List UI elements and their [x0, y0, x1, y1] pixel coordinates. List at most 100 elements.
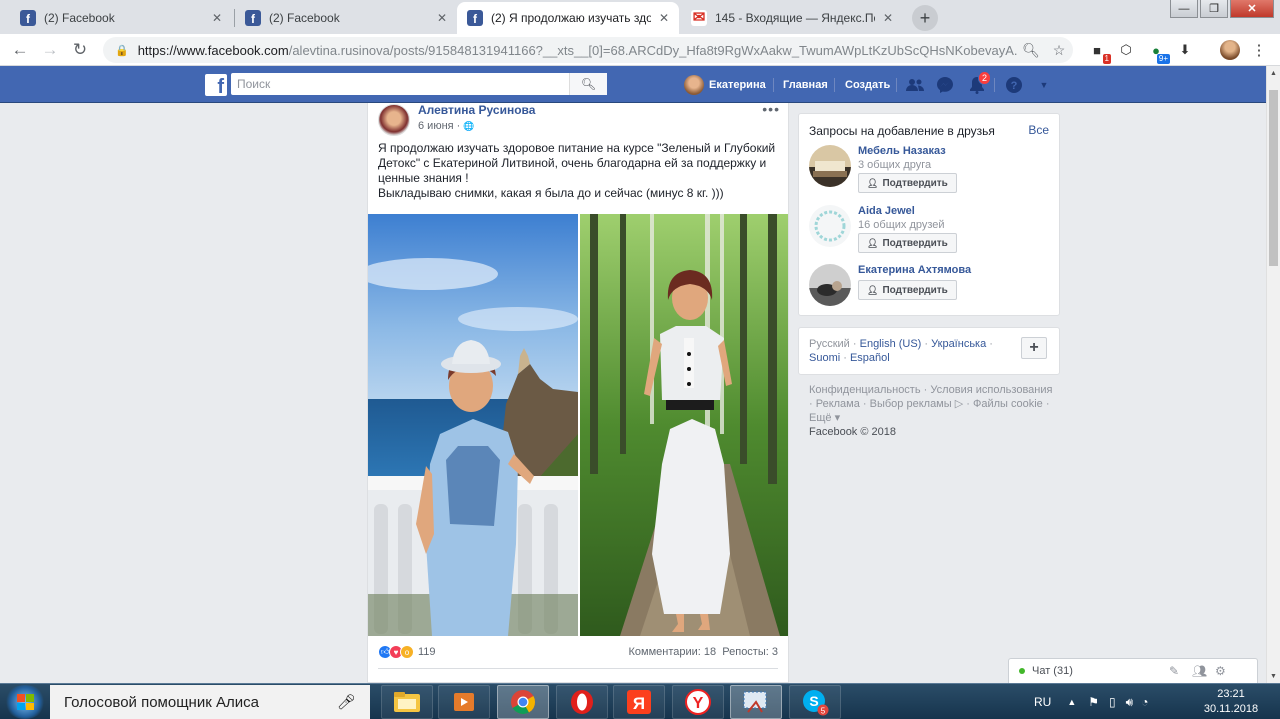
svg-text:Y: Y	[693, 695, 704, 712]
extension-red-badge-icon[interactable]: ■ 1	[1088, 41, 1111, 64]
file-explorer-icon[interactable]	[381, 685, 433, 719]
show-hidden-icons-icon[interactable]: ▲	[1067, 697, 1076, 707]
clock-date: 30.11.2018	[1203, 703, 1259, 715]
maximize-button[interactable]: ❐	[1200, 0, 1228, 18]
mutual-friends[interactable]: 16 общих друзей	[858, 219, 945, 231]
after-photo[interactable]	[580, 214, 788, 636]
language-link[interactable]: Español	[850, 352, 890, 364]
confirm-request-button[interactable]: 👤︎ Подтвердить	[858, 280, 957, 300]
profile-link[interactable]: Екатерина	[684, 66, 766, 103]
reactions-summary[interactable]: 👍︎ ♥ o 119	[378, 644, 436, 660]
system-clock[interactable]: 23:21 30.11.2018	[1196, 687, 1266, 717]
confirm-request-button[interactable]: 👤︎ Подтвердить	[858, 173, 957, 193]
facebook-logo[interactable]: f	[205, 74, 227, 97]
friend-avatar[interactable]	[809, 264, 851, 306]
search-box: 🔍︎	[231, 73, 607, 95]
back-arrow-icon[interactable]: ←	[8, 38, 32, 62]
close-window-button[interactable]: ✕	[1230, 0, 1274, 18]
scroll-down-arrow-icon[interactable]: ▼	[1270, 673, 1277, 680]
post-options-icon[interactable]: •••	[762, 103, 780, 117]
new-message-icon[interactable]: ✎	[1169, 664, 1179, 678]
home-link[interactable]: Главная	[783, 66, 828, 103]
reload-icon[interactable]: ↻	[68, 38, 92, 62]
tab-close-icon[interactable]: ✕	[883, 11, 893, 25]
zoom-search-icon[interactable]: 🔍︎	[1017, 42, 1045, 59]
tab-close-icon[interactable]: ✕	[437, 11, 447, 25]
search-icon[interactable]: 🔍︎	[569, 73, 607, 95]
scroll-up-arrow-icon[interactable]: ▲	[1270, 70, 1277, 77]
cube-icon[interactable]: ⬡	[1117, 41, 1135, 59]
battery-icon[interactable]: ▯	[1109, 695, 1116, 709]
snipping-tool-icon[interactable]	[730, 685, 782, 719]
copyright: Facebook © 2018	[809, 426, 896, 438]
footer-link[interactable]: Выбор рекламы	[870, 398, 952, 410]
chat-settings-gear-icon[interactable]: ⚙	[1215, 664, 1226, 678]
post-date-text[interactable]: 6 июня	[418, 120, 454, 132]
profile-avatar[interactable]	[1220, 40, 1240, 60]
footer-link[interactable]: Конфиденциальность	[809, 384, 921, 396]
chat-bar[interactable]: Чат (31) ✎ 👥︎ ⚙	[1008, 658, 1258, 683]
search-input[interactable]	[237, 77, 569, 91]
account-menu-caret-icon[interactable]: ▼	[1034, 75, 1054, 95]
footer-link[interactable]: Условия использования	[930, 384, 1052, 396]
browser-tab[interactable]: ✉ 145 - Входящие — Яндекс.Почта ✕	[681, 2, 903, 34]
yandex-app-icon[interactable]: Я	[613, 685, 665, 719]
language-indicator[interactable]: RU	[1034, 695, 1051, 709]
minimize-button[interactable]: —	[1170, 0, 1198, 18]
vertical-scrollbar[interactable]: ▲ ▼	[1266, 66, 1280, 683]
forward-arrow-icon[interactable]: →	[38, 38, 62, 62]
bookmark-star-icon[interactable]: ☆	[1045, 42, 1073, 59]
network-icon[interactable]: ◔	[1141, 695, 1148, 709]
see-all-link[interactable]: Все	[1028, 123, 1049, 137]
tab-title: (2) Facebook	[269, 11, 340, 25]
browser-tab[interactable]: f (2) Facebook ✕	[10, 2, 232, 34]
volume-icon[interactable]: 🔊︎	[1126, 695, 1134, 710]
footer-link[interactable]: Реклама	[816, 398, 860, 410]
language-link[interactable]: Українська	[931, 338, 986, 350]
start-button[interactable]	[4, 685, 46, 719]
friend-avatar[interactable]	[809, 145, 851, 187]
green-dot-extension-icon[interactable]: ● 9+	[1147, 41, 1170, 64]
shares-count-link[interactable]: Репосты: 3	[722, 646, 778, 658]
before-photo[interactable]	[368, 214, 578, 636]
mutual-friends[interactable]: 3 общих друга	[858, 159, 931, 171]
browser-tab[interactable]: f (2) Facebook ✕	[235, 2, 457, 34]
action-center-flag-icon[interactable]: ⚑	[1088, 695, 1099, 709]
browser-tab-active[interactable]: f (2) Я продолжаю изучать здоровое ✕	[457, 2, 679, 34]
create-group-icon[interactable]: 👥︎	[1192, 664, 1207, 678]
friend-name[interactable]: Aida Jewel	[858, 205, 915, 217]
comments-count-link[interactable]: Комментарии: 18	[629, 646, 717, 658]
url-text[interactable]: https://www.facebook.com/alevtina.rusino…	[138, 43, 1017, 58]
help-question-icon[interactable]: ?	[1004, 75, 1024, 95]
language-link[interactable]: Suomi	[809, 352, 840, 364]
chrome-browser-icon[interactable]	[497, 685, 549, 719]
confirm-request-button[interactable]: 👤︎ Подтвердить	[858, 233, 957, 253]
tab-close-icon[interactable]: ✕	[212, 11, 222, 25]
add-language-button[interactable]: +	[1021, 337, 1047, 359]
new-tab-button[interactable]: +	[912, 5, 938, 31]
friend-avatar[interactable]	[809, 205, 851, 247]
author-avatar[interactable]	[378, 104, 410, 136]
footer-link[interactable]: Ещё	[809, 412, 832, 424]
address-bar[interactable]: 🔒 https://www.facebook.com/alevtina.rusi…	[103, 37, 1073, 63]
footer-link[interactable]: Файлы cookie	[973, 398, 1043, 410]
skype-icon[interactable]: S5	[789, 685, 841, 719]
tab-close-icon[interactable]: ✕	[659, 11, 669, 25]
browser-menu-icon[interactable]: ⋮	[1250, 41, 1268, 59]
friend-requests-icon[interactable]	[905, 75, 925, 95]
language-link[interactable]: English (US)	[860, 338, 922, 350]
media-player-icon[interactable]	[438, 685, 490, 719]
yandex-browser-icon[interactable]: Y	[672, 685, 724, 719]
language-list: Русский · English (US) · Українська · Su…	[809, 338, 993, 364]
author-name[interactable]: Алевтина Русинова	[418, 103, 535, 117]
notifications-bell-icon[interactable]: 2	[967, 71, 992, 95]
opera-browser-icon[interactable]	[556, 685, 608, 719]
create-link[interactable]: Создать	[845, 66, 890, 103]
download-tray-icon[interactable]: ⬇	[1176, 41, 1194, 59]
friend-name[interactable]: Екатерина Ахтямова	[858, 264, 971, 276]
microphone-icon[interactable]: 🎤︎	[337, 693, 356, 711]
voice-assistant-search[interactable]: Голосовой помощник Алиса 🎤︎	[50, 685, 370, 719]
messenger-icon[interactable]	[935, 75, 955, 95]
friend-name[interactable]: Мебель Назаказ	[858, 145, 946, 157]
scrollbar-thumb[interactable]	[1269, 90, 1278, 266]
